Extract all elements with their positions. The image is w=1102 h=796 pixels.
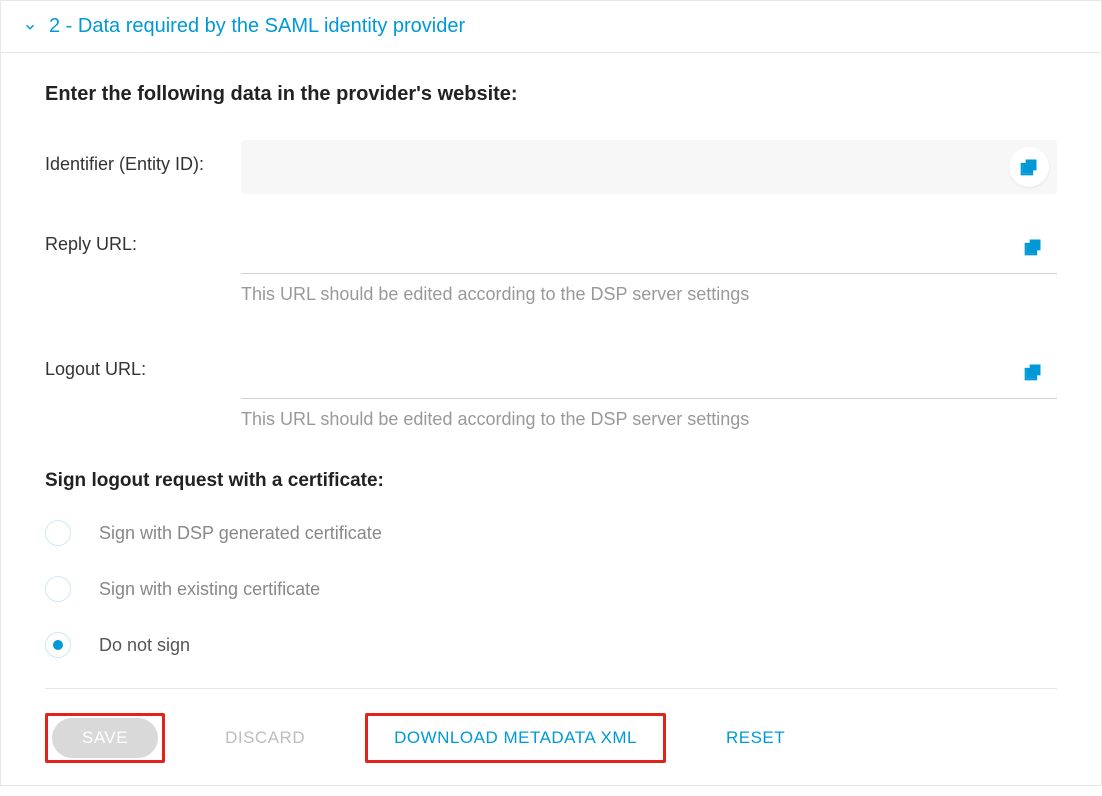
copy-identifier-button[interactable]: [1009, 147, 1049, 187]
radio-icon: [45, 520, 71, 546]
field-identifier: Identifier (Entity ID):: [45, 140, 1057, 194]
logout-url-label: Logout URL:: [45, 345, 241, 380]
field-logout-url: Logout URL: This URL should be edited ac…: [45, 345, 1057, 430]
cert-heading: Sign logout request with a certificate:: [45, 470, 1057, 492]
identifier-input[interactable]: [257, 156, 1009, 179]
radio-icon: [45, 632, 71, 658]
action-bar: SAVE DISCARD DOWNLOAD METADATA XML RESET: [45, 689, 1057, 763]
radio-icon: [45, 576, 71, 602]
saml-settings-panel: 2 - Data required by the SAML identity p…: [0, 0, 1102, 786]
section-title: 2 - Data required by the SAML identity p…: [49, 15, 465, 38]
save-button[interactable]: SAVE: [52, 718, 158, 758]
copy-icon: [1019, 157, 1039, 177]
reply-url-label: Reply URL:: [45, 220, 241, 255]
radio-sign-existing[interactable]: Sign with existing certificate: [45, 576, 1057, 602]
highlight-save: SAVE: [45, 713, 165, 763]
section-header[interactable]: 2 - Data required by the SAML identity p…: [1, 1, 1101, 53]
radio-sign-dsp[interactable]: Sign with DSP generated certificate: [45, 520, 1057, 546]
copy-icon: [1023, 362, 1043, 382]
radio-do-not-sign[interactable]: Do not sign: [45, 632, 1057, 658]
section-body: Enter the following data in the provider…: [1, 53, 1101, 785]
highlight-download: DOWNLOAD METADATA XML: [365, 713, 666, 763]
copy-icon: [1023, 237, 1043, 257]
copy-logout-url-button[interactable]: [1013, 352, 1053, 392]
radio-label-dsp: Sign with DSP generated certificate: [99, 523, 382, 544]
discard-button[interactable]: DISCARD: [203, 718, 327, 758]
radio-label-existing: Sign with existing certificate: [99, 579, 320, 600]
reset-button[interactable]: RESET: [704, 718, 807, 758]
field-reply-url: Reply URL: This URL should be edited acc…: [45, 220, 1057, 305]
copy-reply-url-button[interactable]: [1013, 227, 1053, 267]
logout-url-input[interactable]: [245, 360, 1013, 383]
chevron-down-icon: [23, 20, 37, 34]
download-metadata-button[interactable]: DOWNLOAD METADATA XML: [372, 718, 659, 758]
radio-label-none: Do not sign: [99, 635, 190, 656]
identifier-label: Identifier (Entity ID):: [45, 140, 241, 175]
reply-url-helper: This URL should be edited according to t…: [241, 284, 1057, 305]
intro-text: Enter the following data in the provider…: [45, 83, 1057, 106]
logout-url-helper: This URL should be edited according to t…: [241, 409, 1057, 430]
reply-url-input[interactable]: [245, 235, 1013, 258]
